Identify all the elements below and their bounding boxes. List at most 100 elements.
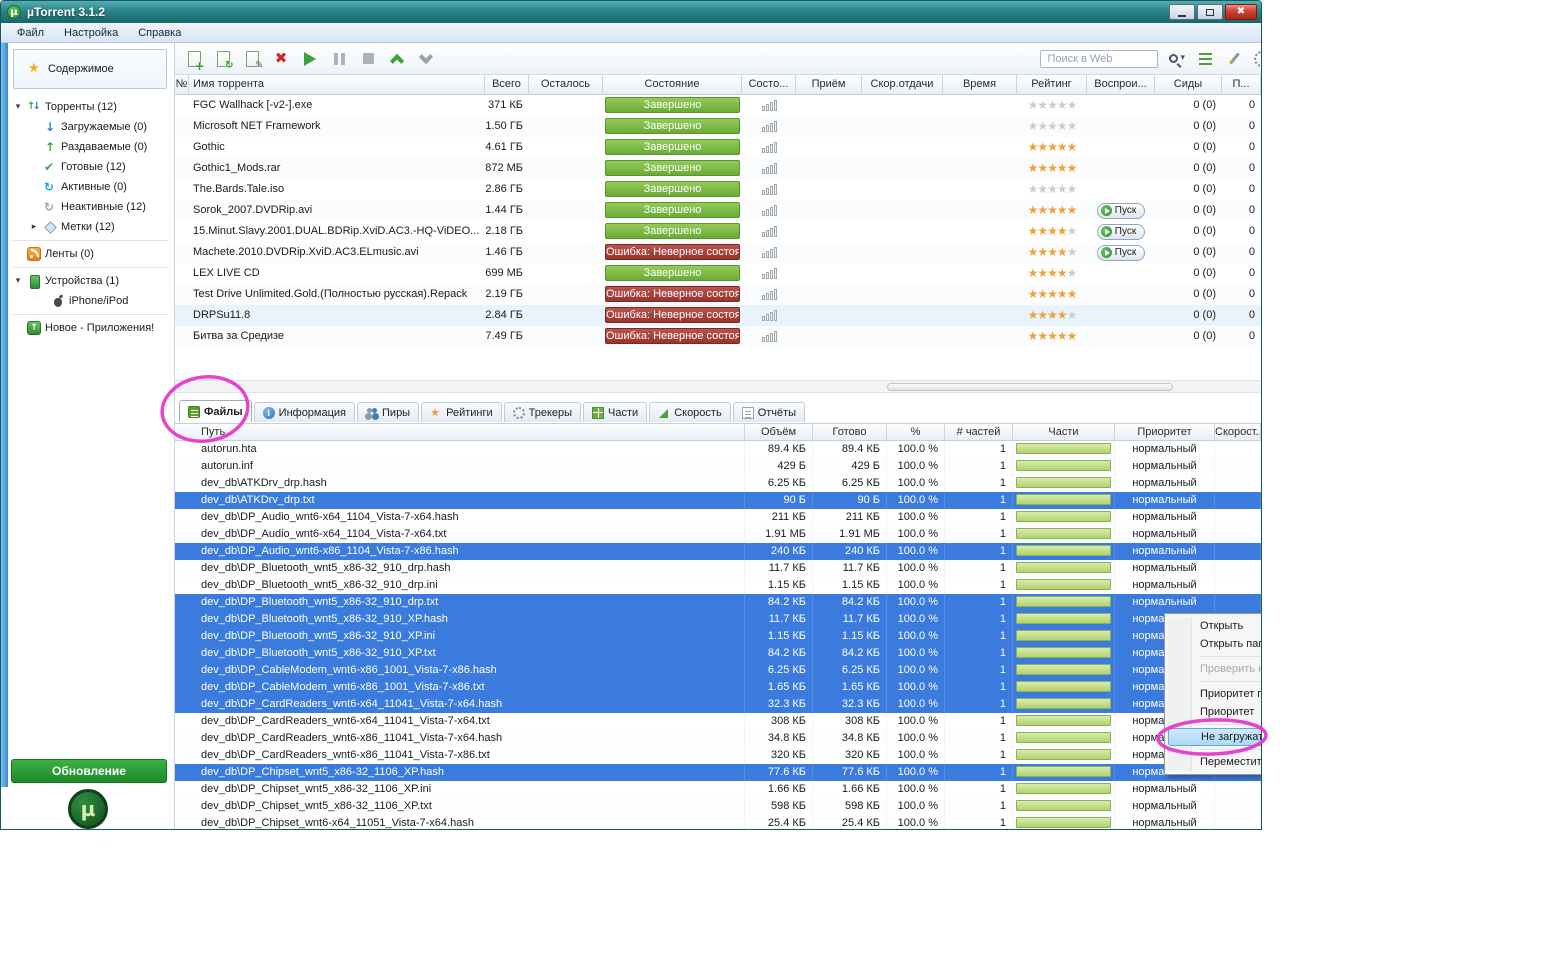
star-icon[interactable]: ★ [1037, 98, 1048, 112]
files-column-header[interactable]: Скорост... [1215, 424, 1261, 440]
pause-button[interactable] [330, 48, 348, 70]
tab-peers[interactable]: Пиры [357, 402, 420, 422]
context-menu-item-open-folder[interactable]: Открыть папку [1168, 635, 1261, 653]
star-icon[interactable]: ★ [1037, 161, 1048, 175]
torrent-row[interactable]: Gothic 4.61 ГБ Завершено ★★★★★ 0 (0) 0 [175, 137, 1261, 158]
torrent-row[interactable]: Microsoft NET Framework 1.50 ГБ Завершено ★… [175, 116, 1261, 137]
sidebar-item-torrents[interactable]: ▾ Торренты (12) [1, 97, 174, 117]
star-icon[interactable]: ★ [1057, 308, 1068, 322]
files-column-header[interactable]: Путь [175, 424, 745, 440]
star-icon[interactable]: ★ [1028, 140, 1039, 154]
star-icon[interactable]: ★ [1047, 266, 1058, 280]
scrollbar-thumb[interactable] [887, 383, 1173, 391]
star-icon[interactable]: ★ [1028, 329, 1039, 343]
star-icon[interactable]: ★ [1057, 119, 1068, 133]
file-row[interactable]: dev_db\ATKDrv_drp.hash 6.25 КБ 6.25 КБ 100.… [175, 475, 1261, 492]
remove-button[interactable]: ✖ [272, 48, 290, 70]
star-icon[interactable]: ★ [1067, 119, 1078, 133]
star-icon[interactable]: ★ [1057, 182, 1068, 196]
star-icon[interactable]: ★ [1047, 329, 1058, 343]
sidebar-item-active[interactable]: Активные (0) [1, 177, 174, 197]
star-icon[interactable]: ★ [1047, 98, 1058, 112]
add-torrent-button[interactable] [185, 48, 205, 72]
file-row[interactable]: dev_db\DP_Audio_wnt6-x64_1104_Vista-7-x6… [175, 509, 1261, 526]
torrent-row[interactable]: Sorok_2007.DVDRip.avi 1.44 ГБ Завершено ★★★… [175, 200, 1261, 221]
sidebar-item-downloading[interactable]: Загружаемые (0) [1, 117, 174, 137]
horizontal-scrollbar[interactable] [175, 380, 1261, 393]
torrent-column-header[interactable]: Приём [796, 75, 862, 94]
star-icon[interactable]: ★ [1057, 161, 1068, 175]
star-icon[interactable]: ★ [1028, 287, 1039, 301]
star-icon[interactable]: ★ [1067, 266, 1078, 280]
star-icon[interactable]: ★ [1037, 287, 1048, 301]
torrent-column-header[interactable]: Время [943, 75, 1017, 94]
files-column-header[interactable]: Объём [745, 424, 813, 440]
torrent-column-header[interactable]: Сиды [1155, 75, 1222, 94]
torrent-row[interactable]: LEX LIVE CD 699 МБ Завершено ★★★★★ 0 (0) 0 [175, 263, 1261, 284]
star-icon[interactable]: ★ [1067, 224, 1078, 238]
file-row[interactable]: dev_db\DP_Bluetooth_wnt5_x86-32_910_drp.… [175, 577, 1261, 594]
star-icon[interactable]: ★ [1037, 119, 1048, 133]
star-icon[interactable]: ★ [1028, 245, 1039, 259]
star-icon[interactable]: ★ [1028, 161, 1039, 175]
star-icon[interactable]: ★ [1057, 245, 1068, 259]
star-icon[interactable]: ★ [1047, 182, 1058, 196]
star-icon[interactable]: ★ [1057, 98, 1068, 112]
star-icon[interactable]: ★ [1028, 203, 1039, 217]
file-row[interactable]: dev_db\DP_CardReaders_wnt6-x86_11041_Vis… [175, 747, 1261, 764]
file-row[interactable]: dev_db\DP_CableModem_wnt6-x86_1001_Vista… [175, 662, 1261, 679]
file-row[interactable]: dev_db\DP_Chipset_wnt5_x86-32_1106_XP.tx… [175, 798, 1261, 815]
create-torrent-button[interactable] [243, 48, 264, 71]
sidebar-item-apps-promo[interactable]: Новое - Приложения! [1, 318, 174, 338]
files-column-header[interactable]: Части [1013, 424, 1115, 440]
torrent-row[interactable]: DRPSu11.8 2.84 ГБ Ошибка: Неверное состоя ★… [175, 305, 1261, 326]
files-column-header[interactable]: Готово [813, 424, 887, 440]
search-button[interactable]: ▾ [1169, 54, 1185, 63]
torrent-row[interactable]: Test Drive Unlimited.Gold.(Полностью рус… [175, 284, 1261, 305]
file-row[interactable]: dev_db\DP_Bluetooth_wnt5_x86-32_910_XP.t… [175, 645, 1261, 662]
star-icon[interactable]: ★ [1047, 308, 1058, 322]
context-menu-item-priority[interactable]: Приоритет [1168, 703, 1261, 721]
file-row[interactable]: dev_db\DP_Bluetooth_wnt5_x86-32_910_XP.h… [175, 611, 1261, 628]
sidebar-item-feeds[interactable]: Ленты (0) [1, 244, 174, 264]
file-row[interactable]: dev_db\DP_Bluetooth_wnt5_x86-32_910_drp.… [175, 560, 1261, 577]
star-icon[interactable]: ★ [1067, 203, 1078, 217]
star-icon[interactable]: ★ [1047, 224, 1058, 238]
star-icon[interactable]: ★ [1057, 203, 1068, 217]
star-icon[interactable]: ★ [1037, 266, 1048, 280]
star-icon[interactable]: ★ [1028, 308, 1039, 322]
file-row[interactable]: autorun.inf 429 Б 429 Б 100.0 % 1 нормальный [175, 458, 1261, 475]
tab-pieces[interactable]: Части [583, 402, 648, 422]
torrent-column-header[interactable]: Состо... [742, 75, 796, 94]
context-menu-item-open[interactable]: Открыть [1168, 617, 1261, 635]
expanded-triangle-icon[interactable]: ▾ [13, 97, 23, 117]
menu-help[interactable]: Справка [128, 25, 191, 41]
titlebar[interactable]: µ µTorrent 3.1.2 ✖ [1, 1, 1261, 23]
sidebar-item-labels[interactable]: ▸ Метки (12) [1, 217, 174, 237]
tab-trackers[interactable]: Трекеры [503, 402, 582, 422]
star-icon[interactable]: ★ [1047, 119, 1058, 133]
sidebar-item-finished[interactable]: Готовые (12) [1, 157, 174, 177]
star-icon[interactable]: ★ [1067, 182, 1078, 196]
torrent-row[interactable]: Machete.2010.DVDRip.XviD.AC3.ELmusic.avi… [175, 242, 1261, 263]
play-button[interactable]: Пуск [1096, 202, 1146, 219]
play-button[interactable]: Пуск [1096, 244, 1146, 261]
star-icon[interactable]: ★ [1047, 161, 1058, 175]
star-icon[interactable]: ★ [1037, 329, 1048, 343]
torrent-row[interactable]: 15.Minut.Slavy.2001.DUAL.BDRip.XviD.AC3.… [175, 221, 1261, 242]
detailed-view-button[interactable] [1196, 48, 1214, 70]
torrent-column-header[interactable]: Воспрои... [1087, 75, 1155, 94]
context-menu-item-dont-download[interactable]: Не загружать [1168, 728, 1261, 746]
sidebar-item-seeding[interactable]: Раздаваемые (0) [1, 137, 174, 157]
close-button[interactable]: ✖ [1225, 4, 1257, 20]
context-menu-item-priority-by-order[interactable]: Приоритет по пор [1168, 685, 1261, 703]
file-row[interactable]: autorun.hta 89.4 КБ 89.4 КБ 100.0 % 1 нормаль… [175, 441, 1261, 458]
file-row[interactable]: dev_db\DP_Chipset_wnt5_x86-32_1106_XP.ha… [175, 764, 1261, 781]
star-icon[interactable]: ★ [1028, 119, 1039, 133]
star-icon[interactable]: ★ [1037, 245, 1048, 259]
tab-info[interactable]: Информация [253, 402, 356, 422]
star-icon[interactable]: ★ [1028, 98, 1039, 112]
gear-icon[interactable] [1254, 50, 1261, 67]
sidebar-item-devices[interactable]: ▾ Устройства (1) [1, 271, 174, 291]
move-down-button[interactable] [417, 48, 435, 70]
